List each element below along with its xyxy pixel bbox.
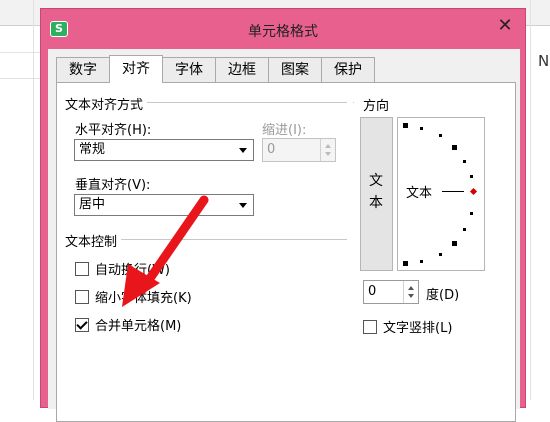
dial-dot xyxy=(452,145,457,150)
degree-label: 度(D) xyxy=(426,288,460,303)
dial-handle[interactable] xyxy=(469,187,478,196)
tab-pattern[interactable]: 图案 xyxy=(268,57,322,83)
alignment-panel: 文本对齐方式 水平对齐(H): 常规 缩进(I): 0 垂直对齐(V): 居中 … xyxy=(56,82,516,422)
indent-label: 缩进(I): xyxy=(262,123,307,138)
dial-dot xyxy=(470,175,473,178)
vertical-text-checkbox[interactable]: 文字竖排(L) xyxy=(363,317,452,336)
degree-value: 0 xyxy=(368,284,377,299)
chevron-down-icon xyxy=(239,148,247,153)
horizontal-align-value: 常规 xyxy=(79,142,106,157)
title-bar[interactable]: S 单元格格式 ✕ xyxy=(41,9,525,49)
dial-dot xyxy=(470,212,473,215)
close-button[interactable]: ✕ xyxy=(493,15,517,37)
chevron-down-icon xyxy=(239,203,247,208)
orientation-dial[interactable]: 文本 xyxy=(397,117,485,271)
degree-stepper[interactable]: 0 xyxy=(363,280,419,304)
tab-alignment[interactable]: 对齐 xyxy=(109,55,163,83)
vertical-text-label: 文字竖排(L) xyxy=(383,321,453,336)
wrap-text-checkbox[interactable]: 自动换行(W) xyxy=(75,259,170,278)
stepper-arrows[interactable] xyxy=(320,139,335,161)
vertical-text-button[interactable]: 文 本 xyxy=(360,117,393,271)
tab-font[interactable]: 字体 xyxy=(162,57,216,83)
merge-cells-label: 合并单元格(M) xyxy=(95,319,182,334)
group-divider xyxy=(353,102,354,103)
dial-dot xyxy=(439,253,442,256)
indent-value: 0 xyxy=(267,142,276,157)
arrow-down-icon xyxy=(408,294,414,298)
arrow-down-icon xyxy=(325,152,331,156)
dialog-client-area: 数字 对齐 字体 边框 图案 保护 文本对齐方式 水平对齐(H): 常规 缩进(… xyxy=(48,49,520,422)
horizontal-align-label: 水平对齐(H): xyxy=(75,123,152,138)
shrink-to-fit-checkbox[interactable]: 缩小字体填充(K) xyxy=(75,287,192,306)
dial-label: 文本 xyxy=(406,186,433,201)
orientation-group-title: 方向 xyxy=(363,99,390,114)
indent-stepper[interactable]: 0 xyxy=(262,138,336,162)
vertical-align-value: 居中 xyxy=(79,197,106,212)
dial-dot xyxy=(420,127,423,130)
dial-dot xyxy=(439,134,442,137)
column-header-letter: N xyxy=(538,52,550,70)
merge-cells-checkbox[interactable]: 合并单元格(M) xyxy=(75,315,181,334)
stepper-arrows[interactable] xyxy=(403,281,418,303)
dial-dot xyxy=(463,228,466,231)
checkbox-box[interactable] xyxy=(75,261,89,276)
dialog-title: 单元格格式 xyxy=(248,24,318,40)
wrap-text-label: 自动换行(W) xyxy=(95,263,170,278)
arrow-up-icon xyxy=(408,286,414,290)
dial-dot xyxy=(420,260,423,263)
tab-border[interactable]: 边框 xyxy=(215,57,269,83)
checkbox-box[interactable] xyxy=(75,317,89,332)
dial-dot xyxy=(403,261,408,266)
dial-pointer-line xyxy=(442,191,464,192)
checkbox-box[interactable] xyxy=(363,319,377,334)
tab-bar: 数字 对齐 字体 边框 图案 保护 xyxy=(56,55,375,83)
vertical-text-char: 文 xyxy=(369,173,383,189)
tab-protection[interactable]: 保护 xyxy=(321,57,375,83)
dial-dot xyxy=(452,241,457,246)
grid-line xyxy=(33,0,34,400)
grid-line xyxy=(530,0,531,400)
text-control-group-title: 文本控制 xyxy=(65,231,122,250)
vertical-align-select[interactable]: 居中 xyxy=(74,194,254,216)
checkbox-box[interactable] xyxy=(75,289,89,304)
format-cells-dialog: S 单元格格式 ✕ 数字 对齐 字体 边框 图案 保护 文本对齐方式 水平对齐(… xyxy=(40,8,526,422)
tab-number[interactable]: 数字 xyxy=(56,57,110,83)
vertical-text-char: 本 xyxy=(369,195,383,211)
dial-dot xyxy=(463,160,466,163)
dial-dot xyxy=(403,123,408,128)
vertical-align-label: 垂直对齐(V): xyxy=(75,178,151,193)
shrink-to-fit-label: 缩小字体填充(K) xyxy=(95,291,192,306)
horizontal-align-select[interactable]: 常规 xyxy=(74,139,254,161)
text-alignment-group-title: 文本对齐方式 xyxy=(65,94,148,113)
grid-line xyxy=(0,78,40,79)
grid-line xyxy=(0,52,40,53)
arrow-up-icon xyxy=(325,144,331,148)
